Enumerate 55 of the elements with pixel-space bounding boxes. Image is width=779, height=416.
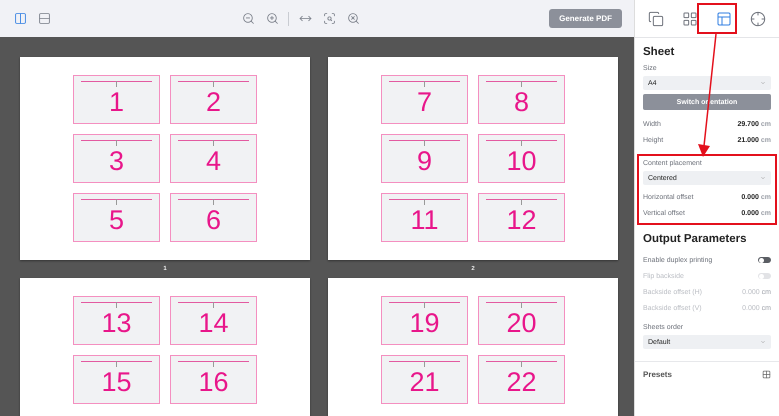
- card-number: 22: [506, 367, 537, 397]
- card-number: 8: [514, 87, 530, 117]
- card-number: 5: [108, 205, 124, 235]
- cut-mark-icon: [178, 361, 249, 367]
- card-number: 1: [108, 87, 124, 117]
- card-number: 19: [409, 308, 440, 338]
- cut-mark-icon: [389, 81, 460, 87]
- section-title: Output Parameters: [643, 233, 748, 245]
- cut-mark-icon: [486, 199, 557, 205]
- card-number: 3: [108, 146, 124, 176]
- caret-icon: [760, 80, 766, 86]
- caret-icon: [760, 175, 766, 181]
- cut-mark-icon: [81, 361, 152, 367]
- zoom-out-icon[interactable]: [240, 10, 256, 26]
- cut-mark-icon: [81, 140, 152, 146]
- zoom-reset-icon[interactable]: [345, 10, 362, 26]
- cut-mark-icon: [486, 302, 557, 308]
- card-number: 12: [506, 205, 537, 235]
- cut-mark-icon: [178, 140, 249, 146]
- section-title: Sheet: [643, 46, 676, 58]
- cut-mark-icon: [81, 199, 152, 205]
- card-number: 15: [101, 367, 132, 397]
- card-number: 14: [198, 308, 229, 338]
- card-number: 6: [206, 205, 222, 235]
- two-page-view-icon[interactable]: [12, 10, 28, 26]
- caret-icon: [760, 339, 766, 345]
- cut-mark-icon: [486, 361, 557, 367]
- cut-mark-icon: [389, 361, 460, 367]
- cut-mark-icon: [178, 81, 249, 87]
- card-number: 10: [506, 146, 537, 176]
- cut-mark-icon: [389, 302, 460, 308]
- card-number: 13: [101, 308, 132, 338]
- cut-mark-icon: [486, 81, 557, 87]
- zoom-fit-icon[interactable]: [321, 10, 338, 26]
- card-number: 21: [409, 367, 440, 397]
- cut-mark-icon: [389, 199, 460, 205]
- cut-mark-icon: [81, 302, 152, 308]
- card-number: 9: [416, 146, 432, 176]
- cut-mark-icon: [81, 81, 152, 87]
- cut-mark-icon: [486, 140, 557, 146]
- toggle-switch[interactable]: [758, 257, 771, 263]
- card-number: 11: [410, 205, 439, 235]
- card-number: 4: [206, 146, 222, 176]
- card-number: 20: [506, 308, 537, 338]
- card-number: 16: [198, 367, 229, 397]
- card-number: 2: [206, 87, 222, 117]
- section-title: Presets: [643, 370, 672, 379]
- highlight-frame: [697, 3, 737, 34]
- cut-mark-icon: [178, 199, 249, 205]
- card-number: 7: [416, 87, 432, 117]
- single-page-view-icon[interactable]: [36, 10, 52, 26]
- cut-mark-icon: [389, 140, 460, 146]
- zoom-in-icon[interactable]: [264, 10, 280, 26]
- grid-icon[interactable]: [762, 370, 771, 379]
- cut-mark-icon: [178, 302, 249, 308]
